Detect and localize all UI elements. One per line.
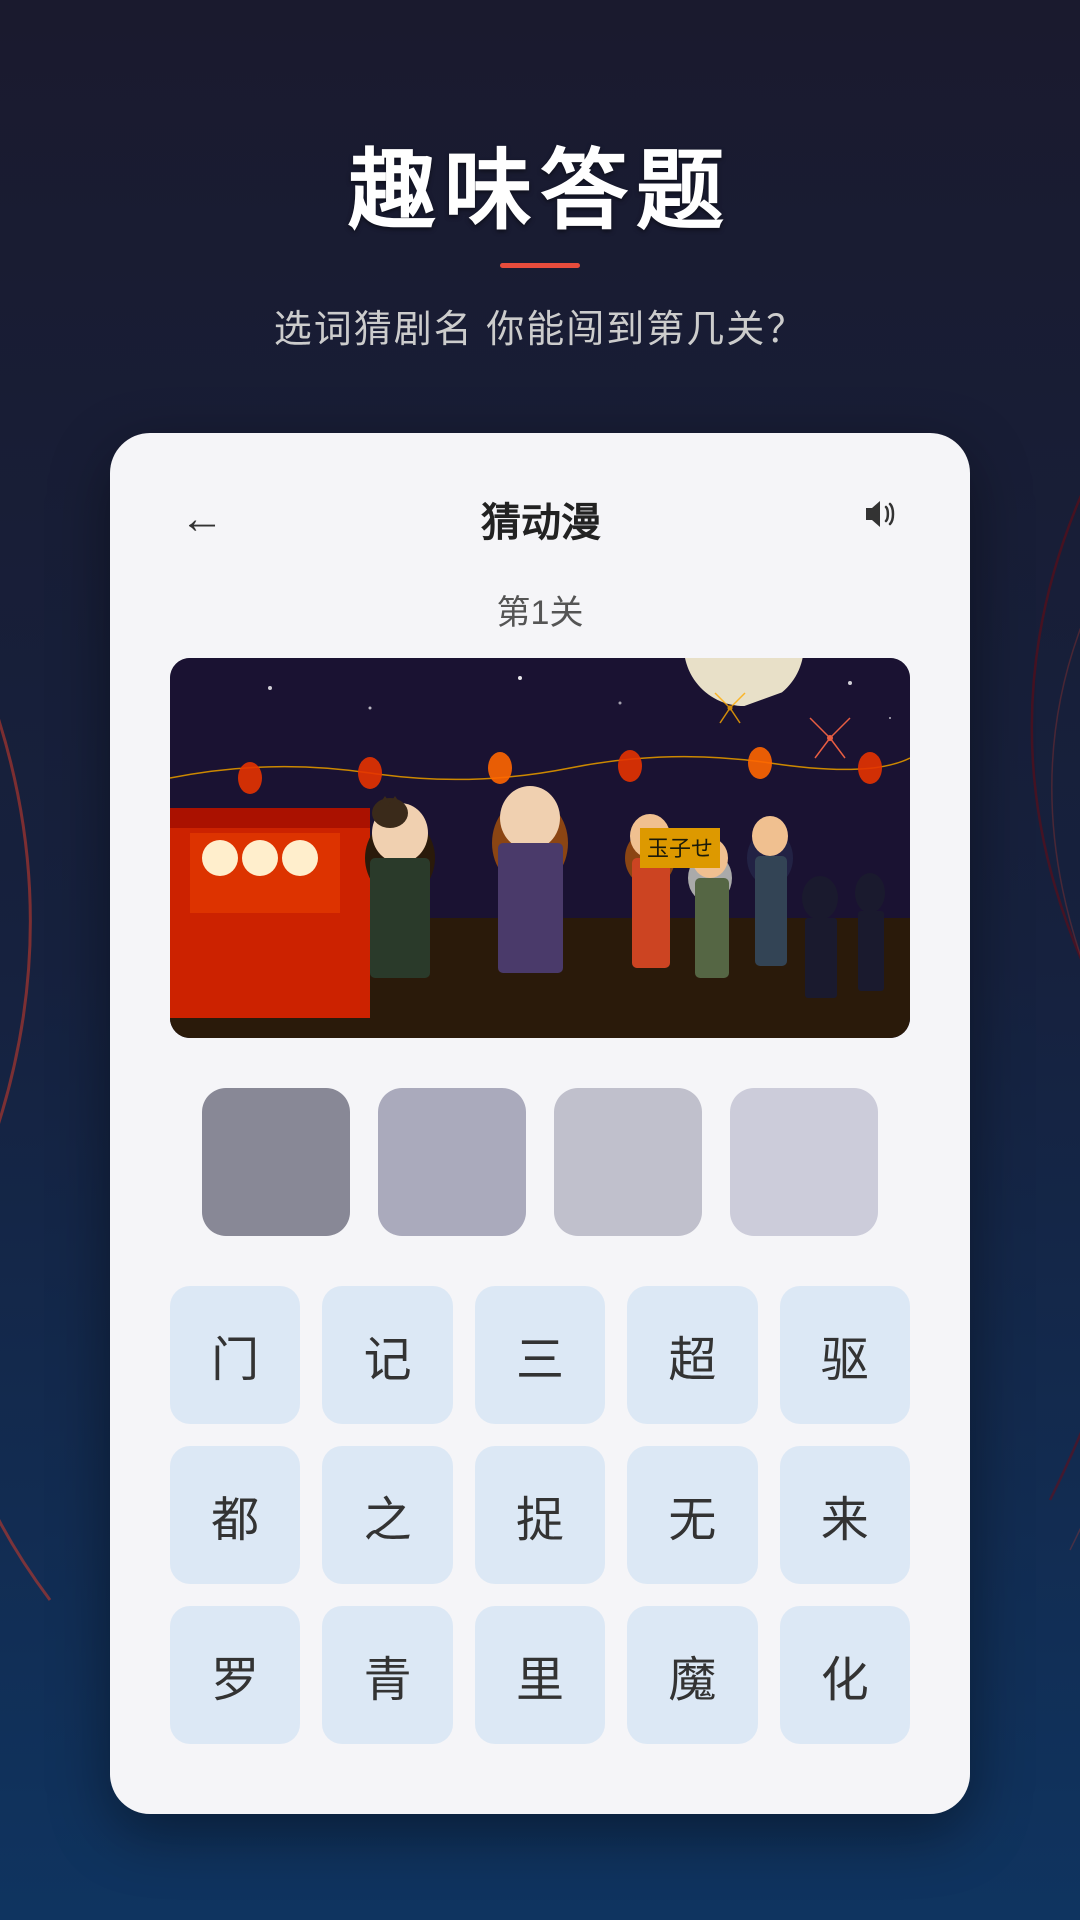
answer-boxes: [170, 1088, 910, 1236]
char-row-1: 门 记 三 超 驱: [170, 1286, 910, 1424]
anime-image: 玉子せ: [170, 658, 910, 1038]
title-underline: [500, 263, 580, 268]
char-row-2: 都 之 捉 无 来: [170, 1446, 910, 1584]
char-btn-里[interactable]: 里: [475, 1606, 605, 1744]
character-grid: 门 记 三 超 驱 都 之 捉 无 来 罗 青 里 魔 化: [170, 1286, 910, 1744]
char-btn-记[interactable]: 记: [322, 1286, 452, 1424]
char-btn-魔[interactable]: 魔: [627, 1606, 757, 1744]
subtitle: 选词猜剧名 你能闯到第几关？: [274, 298, 807, 353]
char-btn-三[interactable]: 三: [475, 1286, 605, 1424]
char-btn-驱[interactable]: 驱: [780, 1286, 910, 1424]
char-btn-超[interactable]: 超: [627, 1286, 757, 1424]
char-btn-青[interactable]: 青: [322, 1606, 452, 1744]
sound-button[interactable]: [848, 483, 910, 555]
char-btn-都[interactable]: 都: [170, 1446, 300, 1584]
answer-box-4[interactable]: [730, 1088, 878, 1236]
char-btn-化[interactable]: 化: [780, 1606, 910, 1744]
char-btn-来[interactable]: 来: [780, 1446, 910, 1584]
main-title: 趣味答题: [274, 120, 807, 247]
char-row-3: 罗 青 里 魔 化: [170, 1606, 910, 1744]
card-title: 猜动漫: [481, 490, 601, 548]
quiz-card: ← 猜动漫 第1关: [110, 433, 970, 1814]
char-btn-门[interactable]: 门: [170, 1286, 300, 1424]
level-indicator: 第1关: [170, 585, 910, 634]
char-btn-无[interactable]: 无: [627, 1446, 757, 1584]
char-btn-之[interactable]: 之: [322, 1446, 452, 1584]
char-btn-罗[interactable]: 罗: [170, 1606, 300, 1744]
answer-box-1[interactable]: [202, 1088, 350, 1236]
back-button[interactable]: ←: [170, 484, 234, 554]
char-btn-捉[interactable]: 捉: [475, 1446, 605, 1584]
answer-box-3[interactable]: [554, 1088, 702, 1236]
card-header: ← 猜动漫: [170, 483, 910, 555]
answer-box-2[interactable]: [378, 1088, 526, 1236]
title-section: 趣味答题 选词猜剧名 你能闯到第几关？: [274, 120, 807, 353]
svg-text:玉子せ: 玉子せ: [647, 836, 713, 861]
